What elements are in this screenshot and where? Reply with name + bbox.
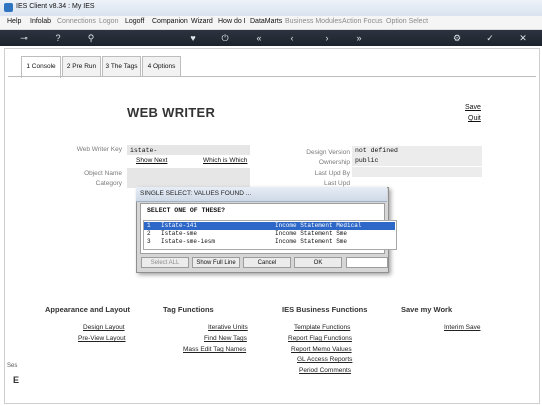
search-icon[interactable]: ⚲ bbox=[85, 32, 97, 44]
dialog-title-bar: SINGLE SELECT: VALUES FOUND ... bbox=[136, 187, 387, 202]
row-description: Income Statement Medical bbox=[275, 222, 362, 229]
check-icon[interactable]: ✓ bbox=[484, 32, 496, 44]
menu-companion[interactable]: Companion bbox=[152, 18, 188, 25]
tab-options[interactable]: 4 Options bbox=[142, 56, 181, 77]
object-name-field[interactable] bbox=[127, 168, 250, 178]
row-description: Income Statement Sme bbox=[275, 238, 348, 245]
tab-pre-run[interactable]: 2 Pre Run bbox=[62, 56, 101, 77]
back-icon[interactable]: ‹ bbox=[286, 32, 298, 44]
preview-layout-link[interactable]: Pre-View Layout bbox=[78, 335, 126, 342]
menu-bar: Help Infolab Connections Logon Logoff Co… bbox=[0, 16, 542, 30]
design-layout-link[interactable]: Design Layout bbox=[83, 324, 125, 331]
row-code: Istate-sme bbox=[161, 230, 198, 237]
dialog-prompt: SELECT ONE OF THESE? bbox=[147, 207, 226, 214]
forward-icon[interactable]: › bbox=[321, 32, 333, 44]
cancel-button[interactable]: Cancel bbox=[243, 257, 291, 268]
list-item[interactable]: 3 Istate-sme-iesm Income Statement Sme bbox=[144, 238, 395, 246]
menu-wizard[interactable]: Wizard bbox=[191, 18, 213, 25]
row-code: Istate-sme-iesm bbox=[161, 238, 216, 245]
menu-how-do-i[interactable]: How do I bbox=[218, 18, 246, 25]
rewind-icon[interactable]: « bbox=[253, 32, 265, 44]
last-upd-label: Last Upd bbox=[323, 180, 350, 187]
gear-icon[interactable]: ⚙ bbox=[451, 32, 463, 44]
template-functions-link[interactable]: Template Functions bbox=[294, 324, 350, 331]
find-new-tags-link[interactable]: Find New Tags bbox=[204, 335, 247, 342]
quit-link[interactable]: Quit bbox=[468, 115, 481, 122]
tag-functions-heading: Tag Functions bbox=[163, 305, 214, 314]
page-title: WEB WRITER bbox=[127, 105, 216, 120]
list-item[interactable]: 1 Istate-141 Income Statement Medical bbox=[144, 222, 395, 230]
show-next-link[interactable]: Show Next bbox=[136, 157, 167, 164]
report-flag-functions-link[interactable]: Report Flag Functions bbox=[288, 335, 352, 342]
mass-edit-tag-names-link[interactable]: Mass Edit Tag Names bbox=[183, 346, 246, 353]
menu-logon: Logon bbox=[99, 18, 119, 25]
ies-functions-heading: IES Business Functions bbox=[282, 305, 368, 314]
list-item[interactable]: 2 Istate-sme Income Statement Sme bbox=[144, 230, 395, 238]
row-code: Istate-141 bbox=[161, 222, 198, 229]
tab-console[interactable]: 1 Console bbox=[21, 56, 61, 78]
ownership-label: Ownership bbox=[318, 159, 350, 166]
menu-action-focus: Action Focus bbox=[342, 18, 383, 25]
appearance-heading: Appearance and Layout bbox=[45, 305, 131, 314]
menu-help[interactable]: Help bbox=[7, 18, 21, 25]
last-upd-by-label: Last Upd By bbox=[314, 170, 350, 177]
row-description: Income Statement Sme bbox=[275, 230, 348, 237]
title-bar: IES Client v8.34 : My IES bbox=[0, 0, 542, 17]
show-full-line-button[interactable]: Show Full Line bbox=[192, 257, 240, 268]
row-number: 1 bbox=[147, 222, 151, 229]
menu-option-select: Option Select bbox=[386, 18, 429, 25]
gl-access-reports-link[interactable]: GL Access Reports bbox=[297, 356, 352, 363]
close-icon[interactable]: ✕ bbox=[517, 32, 529, 44]
design-version-label: Design Version bbox=[306, 149, 350, 156]
category-label: Category bbox=[95, 180, 122, 187]
select-all-button[interactable]: Select ALL bbox=[141, 257, 189, 268]
ownership-value: public bbox=[352, 156, 482, 166]
row-number: 2 bbox=[147, 230, 151, 237]
help-icon[interactable]: ? bbox=[52, 32, 64, 44]
window-title: IES Client v8.34 : My IES bbox=[16, 3, 95, 10]
side-ses-label: Ses bbox=[7, 363, 18, 369]
interim-save-link[interactable]: Interim Save bbox=[444, 324, 481, 331]
menu-logoff[interactable]: Logoff bbox=[125, 18, 144, 25]
side-e-label: E bbox=[13, 375, 20, 385]
dialog-input[interactable] bbox=[346, 257, 388, 268]
values-list[interactable]: 1 Istate-141 Income Statement Medical 2 … bbox=[143, 220, 397, 250]
ok-button[interactable]: OK bbox=[294, 257, 342, 268]
fast-forward-icon[interactable]: » bbox=[353, 32, 365, 44]
toolbar: ⊸ ? ⚲ ♥ ⏻ « ‹ › » ⚙ ✓ ✕ bbox=[0, 30, 542, 46]
tab-the-tags[interactable]: 3 The Tags bbox=[102, 56, 141, 77]
heart-icon[interactable]: ♥ bbox=[187, 32, 199, 44]
save-work-heading: Save my Work bbox=[401, 305, 453, 314]
dialog-title: SINGLE SELECT: VALUES FOUND ... bbox=[140, 190, 252, 197]
design-version-value: not defined bbox=[352, 146, 482, 156]
key-label: Web Writer Key bbox=[76, 146, 122, 153]
which-is-which-link[interactable]: Which is Which bbox=[203, 157, 247, 164]
row-number: 3 bbox=[147, 238, 151, 245]
key-icon[interactable]: ⊸ bbox=[14, 32, 34, 44]
menu-business-modules: Business Modules bbox=[285, 18, 342, 25]
menu-connections: Connections bbox=[57, 18, 96, 25]
object-name-label: Object Name bbox=[84, 170, 122, 177]
save-link[interactable]: Save bbox=[465, 104, 481, 111]
last-upd-by-value bbox=[352, 167, 482, 177]
report-memo-values-link[interactable]: Report Memo Values bbox=[291, 346, 352, 353]
menu-datamarts[interactable]: DataMarts bbox=[250, 18, 282, 25]
iterative-units-link[interactable]: Iterative Units bbox=[208, 324, 248, 331]
tab-divider bbox=[8, 76, 536, 77]
menu-infolab[interactable]: Infolab bbox=[30, 18, 51, 25]
key-field[interactable] bbox=[127, 145, 250, 155]
period-comments-link[interactable]: Period Comments bbox=[299, 367, 351, 374]
power-icon[interactable]: ⏻ bbox=[219, 32, 231, 44]
app-icon bbox=[4, 3, 13, 12]
